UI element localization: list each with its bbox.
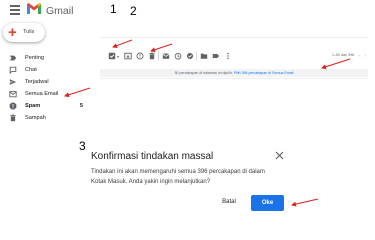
sidebar-item-label: Semua Email [25,90,59,97]
sidebar-item-chat[interactable]: Chat [0,64,95,76]
selection-notice-text: 50 percakapan di halaman ini dipilih. [174,71,233,75]
move-to-icon[interactable] [200,52,208,60]
toolbar-divider [158,51,159,61]
sidebar-item-label: Penting [25,54,44,61]
sidebar-item-count: 5 [79,102,83,109]
select-all-checkbox-icon[interactable] [108,52,116,60]
close-icon[interactable] [274,150,285,161]
label-important-icon [9,55,17,61]
compose-button[interactable]: + Tulis [3,23,45,42]
delete-icon[interactable] [148,52,156,60]
pagination-text: 1–50 dari 396 [332,53,354,57]
ok-button[interactable]: Oke [251,195,284,211]
next-page-icon[interactable]: › [365,53,366,58]
plus-icon: + [8,24,17,41]
dialog-title: Konfirmasi tindakan massal [91,151,214,162]
step-number-3: 3 [79,139,86,153]
gmail-logo [27,3,41,14]
chat-icon [9,66,17,74]
report-spam-icon[interactable] [136,52,144,60]
spam-icon [9,102,17,110]
prev-page-icon[interactable]: ‹ [359,53,360,58]
sidebar-item-label: Spam [25,102,41,109]
sidebar-item-label: Chat [25,66,37,73]
toolbar-divider [196,51,197,61]
sidebar-item-all-mail[interactable]: Semua Email [0,88,95,100]
trash-icon [10,114,16,122]
cancel-button[interactable]: Batal [218,196,240,208]
sidebar-item-important[interactable]: Penting [0,52,95,64]
all-mail-icon [9,91,17,98]
sidebar-item-label: Sampah [25,114,46,121]
snooze-icon[interactable] [174,52,182,60]
sidebar-item-trash[interactable]: Sampah [0,112,95,124]
more-icon[interactable] [224,52,232,60]
arrow-to-ok-button [291,198,319,207]
dialog-body: Tindakan ini akan memengaruhi semua 396 … [91,169,265,185]
selection-notice: 50 percakapan di halaman ini dipilih. Pi… [100,69,368,77]
step-number-2: 2 [130,4,137,18]
compose-label: Tulis [23,28,35,35]
app-title: Gmail [46,5,74,17]
select-dropdown-icon[interactable]: ▾ [117,54,119,59]
sidebar-item-scheduled[interactable]: Terjadwal [0,76,95,88]
select-all-conversations-link[interactable]: Pilih 396 percakapan di Semua Email [234,71,294,75]
schedule-icon [9,79,17,85]
menu-icon[interactable] [10,4,22,15]
bulk-action-toolbar: ▾ 1–50 dari 396 ‹ › 50 percakapan di hal… [100,37,368,79]
step-number-1: 1 [110,2,117,16]
mark-unread-icon[interactable] [162,52,170,60]
add-to-tasks-icon[interactable] [186,52,194,60]
label-icon[interactable] [212,52,220,60]
sidebar-item-spam[interactable]: Spam 5 [0,100,95,112]
sidebar-item-label: Terjadwal [25,78,49,85]
archive-icon[interactable] [124,52,132,60]
